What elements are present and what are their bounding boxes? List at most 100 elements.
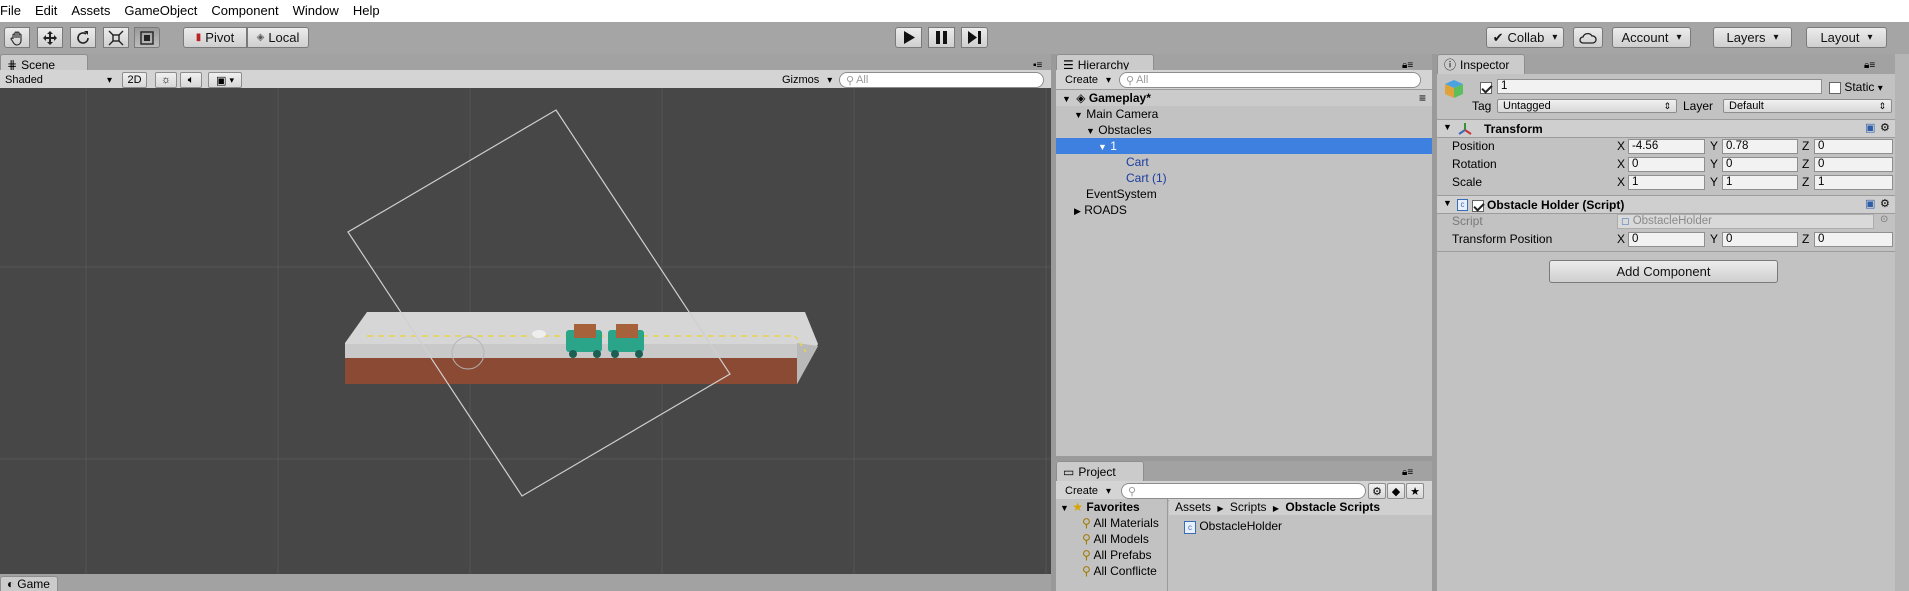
- expand-arrow-icon[interactable]: ▼: [1098, 142, 1107, 152]
- transform-position-x-field[interactable]: 0: [1628, 232, 1705, 247]
- rect-tool-button[interactable]: [134, 27, 160, 48]
- hand-tool-button[interactable]: [4, 27, 30, 48]
- menu-help[interactable]: Help: [346, 0, 387, 22]
- collab-dropdown[interactable]: ✔ Collab: [1486, 27, 1564, 48]
- hierarchy-create-dropdown[interactable]: Create: [1060, 72, 1112, 88]
- filter-by-type-button[interactable]: ⚙︎: [1368, 483, 1386, 499]
- layout-dropdown[interactable]: Layout: [1806, 27, 1887, 48]
- hierarchy-item-eventsystem[interactable]: EventSystem: [1056, 186, 1432, 202]
- scene-effects-dropdown[interactable]: ▣ ▾: [208, 72, 242, 88]
- pause-button[interactable]: [928, 27, 955, 48]
- hierarchy-item-cart[interactable]: Cart: [1056, 154, 1432, 170]
- gizmos-dropdown[interactable]: Gizmos: [777, 72, 829, 88]
- layer-dropdown[interactable]: Default ⇕: [1723, 99, 1892, 113]
- rotate-tool-button[interactable]: [70, 27, 96, 48]
- static-toggle[interactable]: Static ▾: [1829, 80, 1883, 94]
- scene-lighting-toggle[interactable]: ☼: [155, 72, 177, 88]
- hierarchy-search-input[interactable]: ⚲ All: [1119, 72, 1421, 88]
- add-component-button[interactable]: Add Component: [1549, 260, 1778, 283]
- project-search-input[interactable]: ⚲: [1121, 483, 1366, 499]
- favorite-label: All Prefabs: [1093, 548, 1152, 562]
- hierarchy-item-obstacles[interactable]: ▼ Obstacles: [1056, 122, 1432, 138]
- scene-options-icon[interactable]: ≡: [1419, 90, 1426, 106]
- obstacle-holder-component-header[interactable]: ▼ c Obstacle Holder (Script) ▣ ⚙: [1437, 195, 1895, 214]
- scale-y-field[interactable]: 1: [1722, 175, 1798, 190]
- camera-frustum: [347, 109, 731, 497]
- scene-root-row[interactable]: ▼ ◈ Gameplay* ≡: [1056, 90, 1432, 106]
- expand-arrow-icon[interactable]: ▼: [1443, 122, 1452, 132]
- scene-viewport[interactable]: [0, 88, 1051, 574]
- move-tool-button[interactable]: [37, 27, 63, 48]
- inspector-scrollbar[interactable]: [1895, 54, 1909, 591]
- menu-window[interactable]: Window: [286, 0, 346, 22]
- cloud-button[interactable]: [1573, 27, 1603, 48]
- help-book-icon[interactable]: ▣: [1865, 121, 1875, 134]
- step-button[interactable]: [961, 27, 988, 48]
- mode-2d-toggle[interactable]: 2D: [122, 72, 147, 88]
- project-lock-icon[interactable]: 🔒︎≡: [1402, 467, 1413, 478]
- collapse-arrow-icon[interactable]: ▶: [1074, 206, 1081, 216]
- scene-audio-toggle[interactable]: 🔈︎: [180, 72, 202, 88]
- project-file-obstacleholder[interactable]: c ObstacleHolder: [1184, 518, 1282, 534]
- pivot-toggle[interactable]: ▮ Pivot: [183, 27, 247, 48]
- expand-arrow-icon[interactable]: ▼: [1086, 126, 1095, 136]
- layer-label: Layer: [1683, 99, 1714, 113]
- favorite-all-materials[interactable]: ⚲ All Materials: [1082, 515, 1159, 531]
- script-reference-field: ▢ ObstacleHolder: [1617, 214, 1874, 229]
- layers-dropdown[interactable]: Layers: [1713, 27, 1792, 48]
- favorites-header[interactable]: ▼ ★ Favorites: [1060, 499, 1140, 515]
- position-y-field[interactable]: 0.78: [1722, 139, 1798, 154]
- scene-search-input[interactable]: ⚲ All: [839, 72, 1044, 88]
- breadcrumb-obstacle-scripts[interactable]: Obstacle Scripts: [1285, 500, 1380, 514]
- favorite-all-models[interactable]: ⚲ All Models: [1082, 531, 1149, 547]
- hierarchy-item-main-camera[interactable]: ▼ Main Camera: [1056, 106, 1432, 122]
- axis-x-label: X: [1617, 175, 1626, 189]
- favorite-star-button[interactable]: ★: [1406, 483, 1424, 499]
- position-x-field[interactable]: -4.56: [1628, 139, 1705, 154]
- tag-dropdown[interactable]: Untagged ⇕: [1497, 99, 1677, 113]
- chevron-down-icon[interactable]: ▾: [1878, 83, 1883, 94]
- position-z-field[interactable]: 0: [1814, 139, 1893, 154]
- scale-z-field[interactable]: 1: [1814, 175, 1893, 190]
- hierarchy-item-roads[interactable]: ▶ ROADS: [1056, 202, 1432, 218]
- rotation-y-field[interactable]: 0: [1722, 157, 1798, 172]
- hierarchy-item-1[interactable]: ▼ 1: [1056, 138, 1432, 154]
- expand-arrow-icon[interactable]: ▼: [1443, 198, 1452, 208]
- help-book-icon[interactable]: ▣: [1865, 197, 1875, 210]
- favorite-all-prefabs[interactable]: ⚲ All Prefabs: [1082, 547, 1152, 563]
- transform-position-y-field[interactable]: 0: [1722, 232, 1798, 247]
- filter-by-label-button[interactable]: ◆: [1387, 483, 1405, 499]
- scale-x-field[interactable]: 1: [1628, 175, 1705, 190]
- hierarchy-item-cart-1[interactable]: Cart (1): [1056, 170, 1432, 186]
- rotation-x-field[interactable]: 0: [1628, 157, 1705, 172]
- menu-file[interactable]: File: [0, 0, 28, 22]
- menu-component[interactable]: Component: [204, 0, 285, 22]
- transform-position-z-field[interactable]: 0: [1814, 232, 1893, 247]
- gear-icon[interactable]: ⚙: [1880, 121, 1890, 134]
- gear-icon[interactable]: ⚙: [1880, 197, 1890, 210]
- expand-arrow-icon[interactable]: ▼: [1074, 110, 1083, 120]
- tab-game[interactable]: ◐ Game: [0, 576, 58, 591]
- gameobject-active-checkbox[interactable]: [1480, 80, 1492, 94]
- gameobject-name-input[interactable]: 1: [1497, 79, 1822, 94]
- play-button[interactable]: [895, 27, 922, 48]
- menu-assets[interactable]: Assets: [64, 0, 117, 22]
- rotation-label: Rotation: [1452, 157, 1497, 171]
- shading-mode-dropdown[interactable]: Shaded: [0, 72, 117, 88]
- menu-gameobject[interactable]: GameObject: [117, 0, 204, 22]
- project-create-dropdown[interactable]: Create: [1060, 483, 1112, 499]
- account-dropdown[interactable]: Account: [1612, 27, 1691, 48]
- breadcrumb-assets[interactable]: Assets: [1175, 500, 1211, 514]
- breadcrumb-scripts[interactable]: Scripts: [1230, 500, 1267, 514]
- inspector-lock-icon[interactable]: 🔒︎≡: [1864, 60, 1875, 71]
- component-enabled-checkbox[interactable]: [1472, 198, 1484, 212]
- transform-component-header[interactable]: ▼ Transform ▣ ⚙: [1437, 119, 1895, 138]
- local-toggle[interactable]: ◈ Local: [247, 27, 309, 48]
- favorite-all-conflicted[interactable]: ⚲ All Conflicte: [1082, 563, 1157, 579]
- scale-tool-button[interactable]: [103, 27, 129, 48]
- rotation-z-field[interactable]: 0: [1814, 157, 1893, 172]
- tab-project[interactable]: ▭ Project: [1056, 461, 1144, 481]
- tab-inspector[interactable]: ⓘ Inspector: [1437, 54, 1525, 74]
- field-value: 0: [1818, 140, 1825, 152]
- menu-edit[interactable]: Edit: [28, 0, 64, 22]
